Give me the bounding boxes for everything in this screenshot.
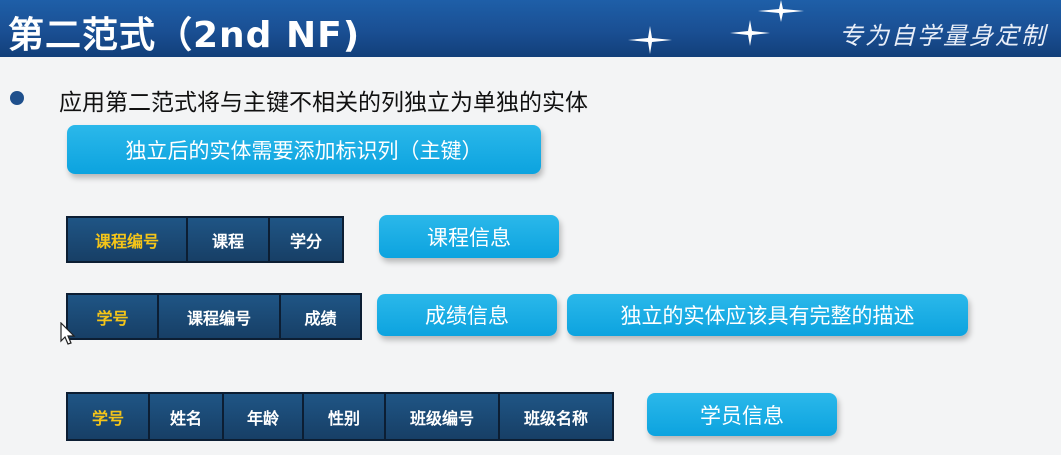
table-cell: 课程 xyxy=(188,218,270,261)
table-cell: 班级编号 xyxy=(386,394,500,439)
brand-slogan: 专为自学量身定制 xyxy=(839,22,1047,50)
label-score-info: 成绩信息 xyxy=(377,294,557,336)
table-cell: 年龄 xyxy=(224,394,304,439)
course-table: 课程编号 课程 学分 xyxy=(66,216,344,263)
sparkle-star-icon xyxy=(758,0,804,22)
mouse-cursor-icon xyxy=(60,322,76,345)
label-student-info: 学员信息 xyxy=(647,393,837,436)
note-complete-description: 独立的实体应该具有完整的描述 xyxy=(567,294,968,336)
sparkle-star-icon xyxy=(628,26,672,54)
table-cell: 班级名称 xyxy=(500,394,612,439)
table-cell: 成绩 xyxy=(281,295,360,338)
table-cell: 学号 xyxy=(68,394,150,439)
label-course-info: 课程信息 xyxy=(379,215,559,258)
score-table: 学号 课程编号 成绩 xyxy=(66,293,362,340)
table-cell: 学号 xyxy=(68,295,159,338)
student-table: 学号 姓名 年龄 性别 班级编号 班级名称 xyxy=(66,392,614,441)
callout-add-key: 独立后的实体需要添加标识列（主键） xyxy=(67,125,541,174)
table-cell: 性别 xyxy=(304,394,386,439)
table-cell: 课程编号 xyxy=(159,295,281,338)
table-cell: 学分 xyxy=(270,218,342,261)
sparkle-star-icon xyxy=(730,20,770,46)
slide-header: 第二范式（2nd NF) 专为自学量身定制 xyxy=(0,0,1061,57)
slide-title: 第二范式（2nd NF) xyxy=(8,15,361,56)
bullet-text: 应用第二范式将与主键不相关的列独立为单独的实体 xyxy=(59,90,588,116)
table-cell: 姓名 xyxy=(150,394,224,439)
bullet-dot-icon xyxy=(10,91,24,105)
table-cell: 课程编号 xyxy=(68,218,188,261)
